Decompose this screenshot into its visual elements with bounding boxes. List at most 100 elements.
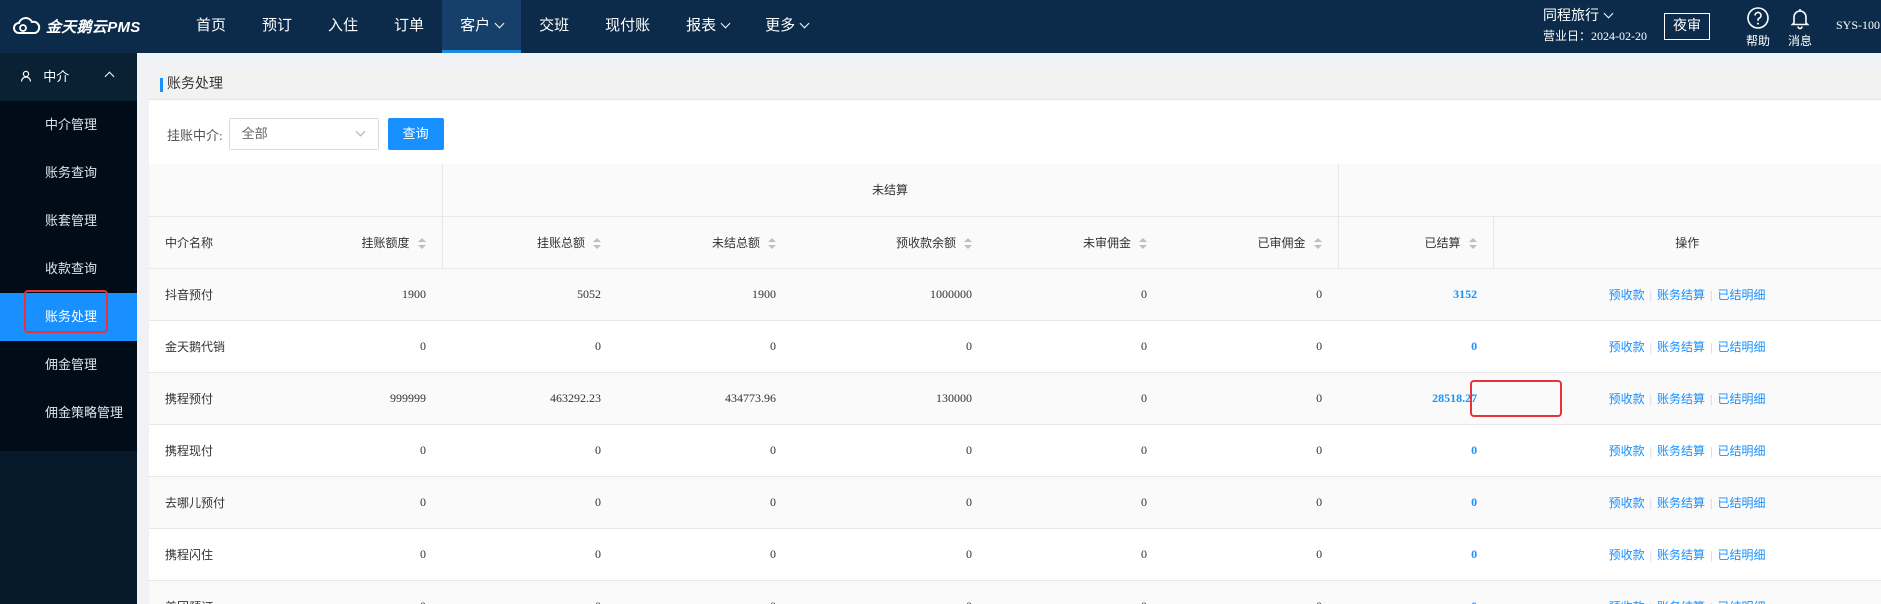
- col-header-total-credit[interactable]: 挂账总额: [441, 216, 617, 269]
- action-prepay-link[interactable]: 预收款: [1609, 496, 1645, 510]
- action-settle-link[interactable]: 账务结算: [1657, 444, 1705, 458]
- action-separator: |: [1650, 600, 1652, 604]
- nav-item-label: 现付账: [605, 18, 651, 34]
- col-header-prepaid-balance[interactable]: 预收款余额: [792, 216, 988, 269]
- messages-button[interactable]: 消息: [1780, 6, 1820, 49]
- agency-select-value: 全部: [241, 126, 268, 141]
- action-settle-link[interactable]: 账务结算: [1657, 600, 1705, 604]
- action-settle-link[interactable]: 账务结算: [1657, 548, 1705, 562]
- sort-icon[interactable]: [417, 237, 426, 250]
- hotel-switcher[interactable]: 同程旅行: [1543, 8, 1614, 26]
- sidebar: 中介 中介管理 账务查询 账套管理 收款查询 账务处理 佣金管理 佣金策略管理: [0, 53, 137, 604]
- agency-select[interactable]: 全部: [228, 118, 379, 150]
- table-row: 美团预订0000000预收款|账务结算|已结明细: [149, 580, 1881, 604]
- query-button[interactable]: 查询: [387, 118, 444, 150]
- settled-amount-link[interactable]: 0: [1471, 443, 1477, 457]
- cell-credit-limit: 0: [259, 476, 442, 529]
- filter-label: 挂账中介:: [167, 127, 223, 143]
- action-prepay-link[interactable]: 预收款: [1609, 548, 1645, 562]
- cell-unsettled-total: 434773.96: [617, 372, 792, 425]
- sort-icon[interactable]: [593, 237, 601, 250]
- action-prepay-link[interactable]: 预收款: [1609, 600, 1645, 604]
- nav-item-4[interactable]: 客户: [442, 0, 522, 53]
- action-details-link[interactable]: 已结明细: [1717, 288, 1765, 302]
- cell-settled: 0: [1338, 528, 1494, 581]
- action-settle-link[interactable]: 账务结算: [1657, 392, 1705, 406]
- sort-icon[interactable]: [964, 237, 972, 250]
- action-settle-link[interactable]: 账务结算: [1657, 496, 1705, 510]
- nav-item-6[interactable]: 现付账: [587, 0, 668, 53]
- settled-amount-link[interactable]: 0: [1471, 547, 1477, 561]
- action-separator: |: [1710, 495, 1713, 510]
- header-spacer-left: [149, 164, 442, 217]
- cell-unaudited-comm: 0: [988, 372, 1163, 425]
- cell-settled: 3152: [1338, 268, 1494, 321]
- action-separator: |: [1649, 443, 1653, 458]
- messages-label: 消息: [1787, 34, 1812, 48]
- sidebar-item-1[interactable]: 账务查询: [0, 149, 137, 197]
- col-header-unaudited-commission[interactable]: 未审佣金: [988, 216, 1163, 269]
- action-details-link[interactable]: 已结明细: [1717, 548, 1765, 562]
- action-prepay-link[interactable]: 预收款: [1609, 392, 1645, 406]
- main-content: 账务处理 挂账中介: 全部 查询 未结算 中介名称 挂账额度 挂账总额 未结总额…: [137, 53, 1881, 604]
- settled-amount-link[interactable]: 0: [1471, 495, 1477, 509]
- sort-icon[interactable]: [1468, 237, 1477, 250]
- nav-item-8[interactable]: 更多: [747, 0, 826, 53]
- sort-icon[interactable]: [1139, 237, 1147, 250]
- cell-audited-comm: 0: [1163, 268, 1339, 321]
- sidebar-item-2[interactable]: 账套管理: [0, 197, 137, 245]
- cell-unsettled-total: 0: [617, 580, 792, 604]
- night-audit-button[interactable]: 夜审: [1664, 13, 1710, 40]
- settled-amount-link[interactable]: 28518.27: [1432, 391, 1477, 405]
- action-details-link[interactable]: 已结明细: [1717, 600, 1765, 604]
- col-header-credit-limit[interactable]: 挂账额度: [259, 216, 442, 269]
- settled-amount-link[interactable]: 0: [1471, 599, 1477, 604]
- col-header-label: 未结总额: [711, 235, 760, 250]
- settled-amount-link[interactable]: 0: [1471, 339, 1477, 353]
- sidebar-group-agency[interactable]: 中介: [0, 53, 137, 101]
- page-title: 账务处理: [149, 70, 1881, 100]
- help-icon: [1747, 7, 1769, 29]
- sort-icon[interactable]: [1313, 237, 1322, 250]
- action-settle-link[interactable]: 账务结算: [1657, 340, 1705, 354]
- user-account[interactable]: SYS-100: [1836, 18, 1880, 33]
- cell-audited-comm: 0: [1163, 580, 1339, 604]
- nav-item-label: 入住: [328, 18, 359, 34]
- cell-prepaid-balance: 130000: [792, 372, 988, 425]
- nav-item-3[interactable]: 订单: [376, 0, 442, 53]
- action-details-link[interactable]: 已结明细: [1717, 392, 1765, 406]
- sidebar-item-4[interactable]: 账务处理: [0, 293, 137, 341]
- action-separator: |: [1710, 547, 1713, 562]
- nav-item-5[interactable]: 交班: [521, 0, 587, 53]
- cell-settled: 0: [1338, 320, 1494, 373]
- nav-item-0[interactable]: 首页: [178, 0, 244, 53]
- col-header-unsettled-total[interactable]: 未结总额: [617, 216, 792, 269]
- sort-icon[interactable]: [768, 237, 776, 250]
- action-settle-link[interactable]: 账务结算: [1657, 288, 1705, 302]
- table-body: 抖音预付 1900 5052 1900 1000000 0 0 3152 预收款 | 账务结算 | 已结…: [149, 268, 1881, 604]
- action-separator: |: [1710, 339, 1713, 354]
- sidebar-item-0[interactable]: 中介管理: [0, 101, 137, 149]
- cell-total-credit: 0: [442, 320, 617, 373]
- sidebar-item-5[interactable]: 佣金管理: [0, 341, 137, 389]
- action-prepay-link[interactable]: 预收款: [1609, 288, 1645, 302]
- cell-unsettled-total: 0: [617, 476, 792, 529]
- col-header-settled[interactable]: 已结算: [1337, 216, 1494, 269]
- settled-amount-link[interactable]: 3152: [1453, 287, 1477, 301]
- col-header-audited-commission[interactable]: 已审佣金: [1163, 216, 1339, 269]
- nav-item-2[interactable]: 入住: [310, 0, 376, 53]
- brand-logo[interactable]: 金天鹅云PMS: [12, 16, 141, 36]
- action-prepay-link[interactable]: 预收款: [1609, 340, 1645, 354]
- sidebar-item-3[interactable]: 收款查询: [0, 245, 137, 293]
- nav-item-1[interactable]: 预订: [244, 0, 310, 53]
- sidebar-item-6[interactable]: 佣金策略管理: [0, 389, 137, 437]
- nav-item-7[interactable]: 报表: [668, 0, 747, 53]
- action-details-link[interactable]: 已结明细: [1717, 340, 1765, 354]
- action-details-link[interactable]: 已结明细: [1717, 496, 1765, 510]
- help-button[interactable]: 帮助: [1738, 6, 1778, 49]
- accounting-table: 未结算 中介名称 挂账额度 挂账总额 未结总额 预收款余额 未审佣金 已审佣金 …: [149, 164, 1881, 604]
- action-separator: |: [1710, 443, 1713, 458]
- cell-audited-comm: 0: [1163, 528, 1339, 581]
- action-details-link[interactable]: 已结明细: [1717, 444, 1765, 458]
- action-prepay-link[interactable]: 预收款: [1609, 444, 1645, 458]
